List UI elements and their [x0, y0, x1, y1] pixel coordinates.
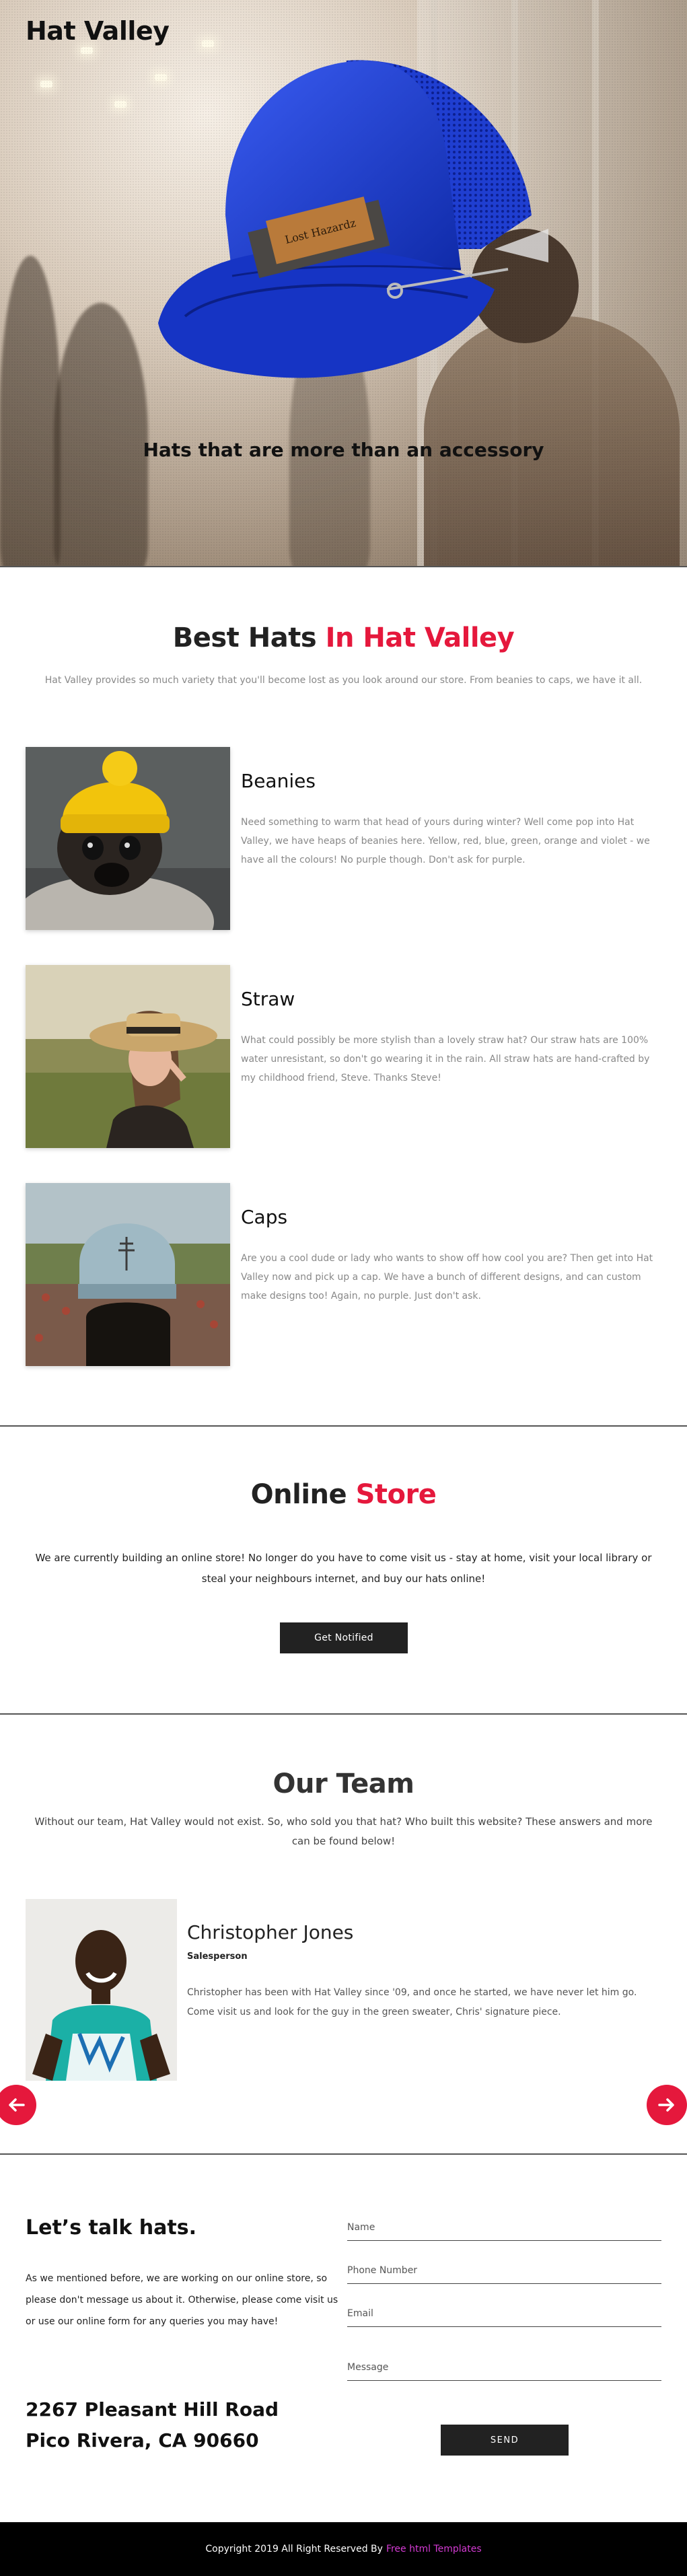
hat-name-caps: Caps: [241, 1206, 288, 1228]
beanies-image: [26, 747, 230, 930]
hat-item-caps: Caps Are you a cool dude or lady who wan…: [26, 1183, 665, 1366]
best-hats-intro: Hat Valley provides so much variety that…: [44, 675, 643, 686]
blue-trucker-cap-image: Lost Hazardz: [158, 60, 548, 378]
section-divider: [0, 2153, 687, 2155]
hat-description-straw: What could possibly be more stylish than…: [241, 1035, 650, 1083]
team-intro: Without our team, Hat Valley would not e…: [34, 1816, 653, 1847]
carousel-next-button[interactable]: [647, 2085, 687, 2125]
caps-image: [26, 1183, 230, 1366]
site-logo[interactable]: Hat Valley: [26, 16, 170, 46]
contact-text: As we mentioned before, we are working o…: [26, 2273, 338, 2327]
straw-image: [26, 965, 230, 1148]
hat-description-beanies: Need something to warm that head of your…: [241, 817, 650, 865]
section-divider: [0, 1713, 687, 1715]
carousel-prev-button[interactable]: [0, 2085, 36, 2125]
phone-field[interactable]: [347, 2257, 661, 2284]
section-divider: [0, 1425, 687, 1427]
best-hats-section: Best Hats In Hat Valley Hat Valley provi…: [0, 567, 687, 690]
arrow-left-icon: [9, 2098, 25, 2112]
team-member-bio: Christopher has been with Hat Valley sin…: [187, 1987, 637, 2017]
arrow-right-icon: [658, 2098, 674, 2112]
hero-section: Lost Hazardz Hat Valley Hats that are mo…: [0, 0, 687, 567]
footer-link[interactable]: Free html Templates: [386, 2544, 482, 2554]
team-member-name: Christopher Jones: [187, 1921, 354, 1943]
team-title: Our Team: [273, 1768, 414, 1799]
footer-copyright: Copyright 2019 All Right Reserved By: [205, 2544, 383, 2554]
online-store-title: Online Store: [250, 1479, 437, 1510]
hat-name-straw: Straw: [241, 988, 295, 1010]
best-hats-title: Best Hats In Hat Valley: [172, 622, 515, 653]
footer: Copyright 2019 All Right Reserved By Fre…: [0, 2522, 687, 2576]
hat-item-straw: Straw What could possibly be more stylis…: [26, 965, 665, 1148]
team-member-role: Salesperson: [187, 1952, 248, 1962]
contact-title: Let’s talk hats.: [26, 2216, 196, 2240]
name-field[interactable]: [347, 2214, 661, 2241]
get-notified-button[interactable]: Get Notified: [280, 1622, 408, 1653]
hat-name-beanies: Beanies: [241, 770, 316, 792]
hat-item-beanies: Beanies Need something to warm that head…: [26, 747, 665, 930]
hat-description-caps: Are you a cool dude or lady who wants to…: [241, 1253, 653, 1301]
team-member-photo: [26, 1899, 177, 2081]
send-button[interactable]: SEND: [441, 2425, 569, 2456]
hero-tagline: Hats that are more than an accessory: [143, 439, 544, 461]
online-store-text: We are currently building an online stor…: [35, 1552, 652, 1585]
message-field[interactable]: [347, 2354, 661, 2381]
email-field[interactable]: [347, 2300, 661, 2327]
store-address: 2267 Pleasant Hill Road Pico Rivera, CA …: [26, 2398, 279, 2452]
